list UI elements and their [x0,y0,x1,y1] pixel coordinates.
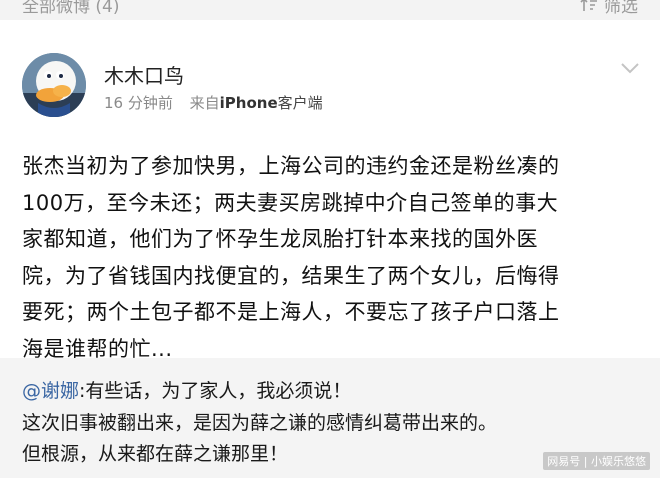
post-content-line: 要死；两个土包子都不是上海人，不要忘了孩子户口落上 [22,300,560,324]
post-source-suffix: 客户端 [277,94,323,112]
avatar[interactable] [22,53,86,117]
post-content-line: 院，为了省钱国内找便宜的，结果生了两个女儿，后悔得 [22,263,560,288]
weibo-post-card: 木木口鸟 16 分钟前 来自iPhone客户端 张杰当初为了参加快男，上海公司的… [0,20,660,361]
watermark: 网易号 | 小娱乐悠悠 [543,452,650,470]
post-source-prefix: 来自 [189,94,220,112]
mention-link[interactable]: @谢娜 [22,380,79,402]
quote-line-1: @谢娜:有些话，为了家人，我必须说！ [22,376,351,403]
post-content-line: 张杰当初为了参加快男，上海公司的违约金还是粉丝凑的 [22,154,560,178]
post-meta: 16 分钟前 来自iPhone客户端 [104,92,323,113]
post-content: 张杰当初为了参加快男，上海公司的违约金还是粉丝凑的 100万，至今未还；两夫妻买… [22,148,642,367]
post-time: 16 分钟前 [104,94,173,112]
post-username[interactable]: 木木口鸟 [104,60,184,89]
chevron-down-icon[interactable] [620,62,640,74]
quote-line-3: 但根源，从来都在薛之谦那里！ [22,443,289,465]
header-bar: 全部微博 (4) 筛选 [0,0,660,20]
filter-button[interactable]: 筛选 [580,0,638,17]
quote-line-2: 这次旧事被翻出来，是因为薛之谦的感情纠葛带出来的。 [22,412,498,434]
donald-duck-avatar-image [22,53,86,117]
quote-text: :有些话，为了家人，我必须说！ [79,380,352,402]
post-content-line: 家都知道，他们为了怀孕生龙凤胎打针本来找的国外医 [22,227,538,251]
post-device: iPhone [219,94,278,112]
weibo-count-title: 全部微博 (4) [22,0,120,17]
sort-filter-icon [580,0,597,11]
filter-label: 筛选 [604,0,638,17]
post-content-line: 100万，至今未还；两夫妻买房跳掉中介自己签单的事大 [22,190,559,215]
